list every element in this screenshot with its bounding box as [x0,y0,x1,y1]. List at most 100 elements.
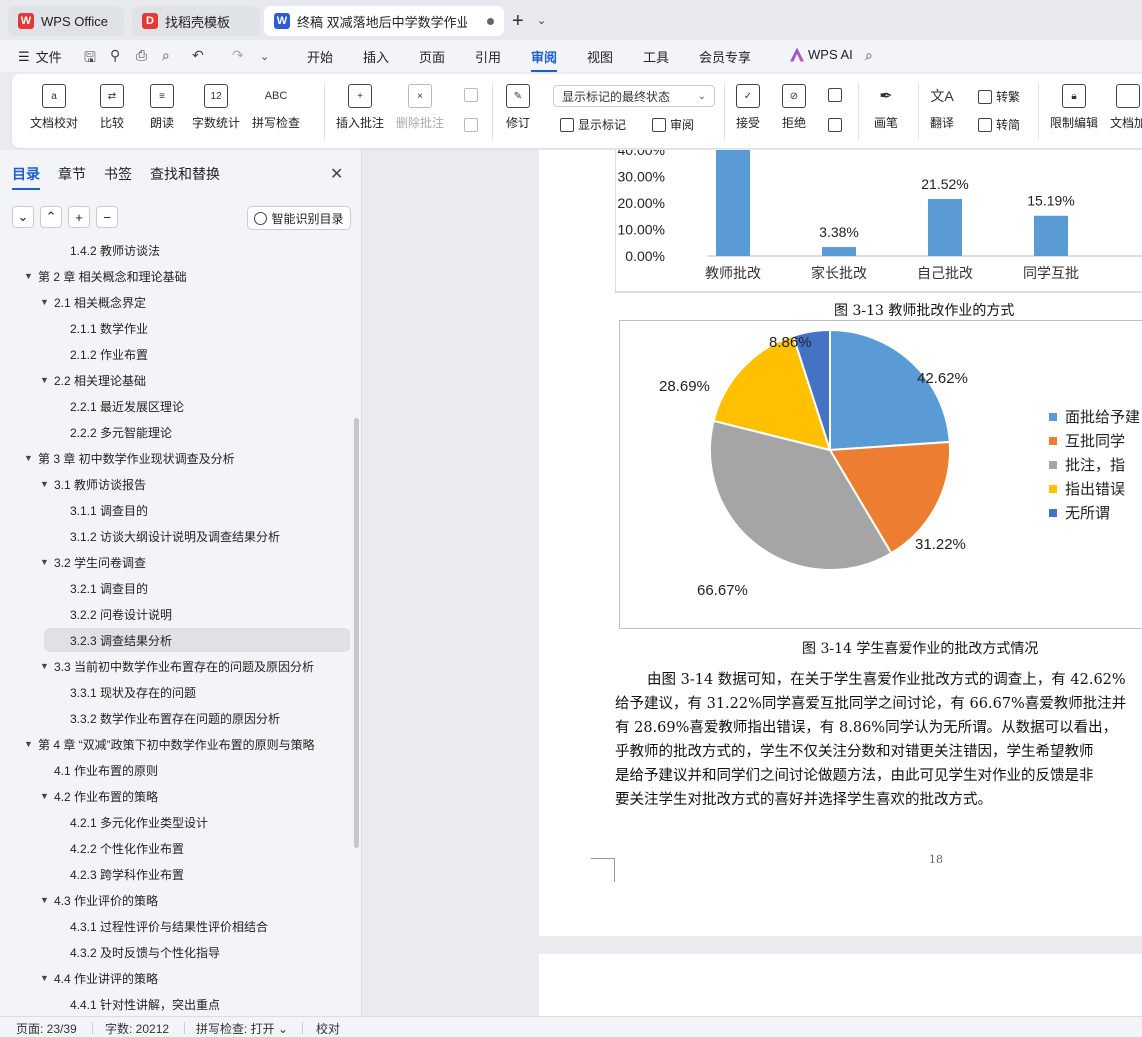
toc-item[interactable]: ▼ 第 3 章 初中数学作业现状调查及分析 [24,446,235,470]
toc-item[interactable]: ▼ 2.1 相关概念界定 [40,290,146,314]
collapse-triangle-icon[interactable]: ▼ [24,453,38,463]
next-change-icon[interactable] [828,118,842,132]
toc-item[interactable]: 3.1.2 访谈大纲设计说明及调查结果分析 [44,524,280,548]
markup-state-select[interactable]: 显示标记的最终状态 ⌄ [553,85,715,107]
new-tab-plus-icon[interactable]: + [512,10,524,33]
wps-ai-button[interactable]: WPS AI [790,47,853,62]
nav-tab-bookmarks[interactable]: 书签 [104,164,132,184]
print-icon[interactable]: ⎙ [136,47,147,64]
toc-item[interactable]: 3.3.1 现状及存在的问题 [44,680,196,704]
reject-button[interactable]: ⊘ 拒绝 [782,84,806,131]
collapse-triangle-icon[interactable]: ▼ [40,375,54,385]
redo-icon[interactable]: ↷ [232,47,244,64]
file-menu[interactable]: ☰ 文件 [18,47,62,66]
toc-item[interactable]: 3.2.2 问卷设计说明 [44,602,172,626]
tab-templates[interactable]: D 找稻壳模板 [132,6,260,36]
toc-item[interactable]: ▼ 4.2 作业布置的策略 [40,784,158,808]
tab-wps-office[interactable]: W WPS Office [8,6,124,36]
toc-item[interactable]: 4.2.2 个性化作业布置 [44,836,184,860]
menu-membership[interactable]: 会员专享 [699,47,751,66]
toc-item[interactable]: 2.1.1 数学作业 [44,316,148,340]
collapse-triangle-icon[interactable]: ▼ [40,791,54,801]
chevron-down-icon[interactable]: ⌄ [537,14,546,27]
share-icon[interactable]: ⚲ [110,47,120,64]
prev-comment-icon[interactable] [464,88,478,102]
nav-tab-sections[interactable]: 章节 [58,164,86,184]
accept-button[interactable]: ✓ 接受 [736,84,760,131]
toc-item[interactable]: 2.2.2 多元智能理论 [44,420,172,444]
quick-access-more-icon[interactable]: ⌄ [260,50,269,63]
menu-review[interactable]: 审阅 [531,47,558,72]
nav-tab-find-replace[interactable]: 查找和替换 [150,164,220,184]
collapse-triangle-icon[interactable]: ▼ [40,895,54,905]
toc-item[interactable]: 4.3.1 过程性评价与结果性评价相结合 [44,914,268,938]
to-simplified-button[interactable]: 转简 [978,116,1020,133]
translate-button[interactable]: 文A 翻译 [930,84,954,131]
menu-insert[interactable]: 插入 [363,47,389,66]
collapse-triangle-icon[interactable]: ▼ [40,973,54,983]
pen-button[interactable]: ✒ 画笔 [874,84,898,131]
status-word-count[interactable]: 字数: 20212 [105,1020,169,1037]
status-page[interactable]: 页面: 23/39 [16,1020,77,1037]
toc-item[interactable]: 4.3.2 及时反馈与个性化指导 [44,940,220,964]
spell-check-button[interactable]: ABC 拼写检查 [252,84,300,131]
toc-item[interactable]: 3.3.2 数学作业布置存在问题的原因分析 [44,706,280,730]
toc-item[interactable]: ▼ 3.1 教师访谈报告 [40,472,146,496]
toc-item[interactable]: 4.2.1 多元化作业类型设计 [44,810,208,834]
smart-toc-button[interactable]: 智能识别目录 [247,206,351,230]
toc-item[interactable]: 3.1.1 调查目的 [44,498,148,522]
tab-document[interactable]: W 终稿 双减落地后中学数学作业 [264,6,504,36]
close-icon[interactable]: ✕ [330,164,343,184]
collapse-triangle-icon[interactable]: ▼ [24,739,38,749]
doc-check-button[interactable]: a 文档校对 [30,84,78,131]
collapse-triangle-icon[interactable]: ▼ [40,297,54,307]
menu-home[interactable]: 开始 [307,47,333,66]
toc-item[interactable]: 3.2.3 调查结果分析 [44,628,350,652]
prev-change-icon[interactable] [828,88,842,102]
word-count-button[interactable]: 12 字数统计 [192,84,240,131]
show-markup-button[interactable]: 显示标记 [560,116,626,133]
expand-down-icon[interactable]: ⌄ [12,206,34,228]
toc-item[interactable]: ▼ 4.4 作业讲评的策略 [40,966,158,990]
toc-item[interactable]: 2.1.2 作业布置 [44,342,148,366]
insert-comment-button[interactable]: + 插入批注 [336,84,384,131]
toc-item[interactable]: 3.2.1 调查目的 [44,576,148,600]
toc-item[interactable]: 1.4.2 教师访谈法 [44,238,160,262]
toc-item[interactable]: ▼ 第 2 章 相关概念和理论基础 [24,264,187,288]
compare-button[interactable]: ⇄ 比较 [100,84,124,131]
status-proof[interactable]: 校对 [316,1020,340,1037]
to-traditional-button[interactable]: 转繁 [978,88,1020,105]
menu-tools[interactable]: 工具 [643,47,669,66]
toc-item[interactable]: ▼ 第 4 章 “双减”政策下初中数学作业布置的原则与策略 [24,732,315,756]
toc-item[interactable]: 4.2.3 跨学科作业布置 [44,862,184,886]
review-pane-button[interactable]: 审阅 [652,116,694,133]
save-icon[interactable]: 🖫 [84,47,96,71]
menu-view[interactable]: 视图 [587,47,613,66]
toc-item[interactable]: ▼ 3.2 学生问卷调查 [40,550,146,574]
read-aloud-button[interactable]: ≡ 朗读 [150,84,174,131]
add-heading-icon[interactable]: + [68,206,90,228]
collapse-triangle-icon[interactable]: ▼ [40,557,54,567]
search-icon[interactable]: ⌕ [865,47,873,64]
collapse-triangle-icon[interactable]: ▼ [24,271,38,281]
toc-item[interactable]: ▼ 4.3 作业评价的策略 [40,888,158,912]
toc-item[interactable]: 4.4.1 针对性讲解，突出重点 [44,992,220,1016]
delete-comment-button[interactable]: × 删除批注 [396,84,444,131]
menu-page[interactable]: 页面 [419,47,445,66]
undo-icon[interactable]: ↶ [192,47,204,64]
status-spell-check[interactable]: 拼写检查: 打开 ⌄ [196,1020,288,1037]
restrict-edit-button[interactable]: 🔒︎ 限制编辑 [1050,84,1098,131]
collapse-triangle-icon[interactable]: ▼ [40,661,54,671]
nav-scrollbar[interactable] [354,418,359,848]
unsaved-dot-icon[interactable] [487,17,494,25]
toc-item[interactable]: 2.2.1 最近发展区理论 [44,394,184,418]
menu-references[interactable]: 引用 [475,47,501,66]
toc-item[interactable]: ▼ 2.2 相关理论基础 [40,368,146,392]
revise-button[interactable]: ✎ 修订 [506,84,530,131]
toc-item[interactable]: 4.1 作业布置的原则 [40,758,158,782]
nav-tab-toc[interactable]: 目录 [12,164,40,190]
doc-encrypt-button[interactable]: 文档加 [1110,84,1142,131]
next-comment-icon[interactable] [464,118,478,132]
collapse-triangle-icon[interactable]: ▼ [40,479,54,489]
collapse-up-icon[interactable]: ⌃ [40,206,62,228]
